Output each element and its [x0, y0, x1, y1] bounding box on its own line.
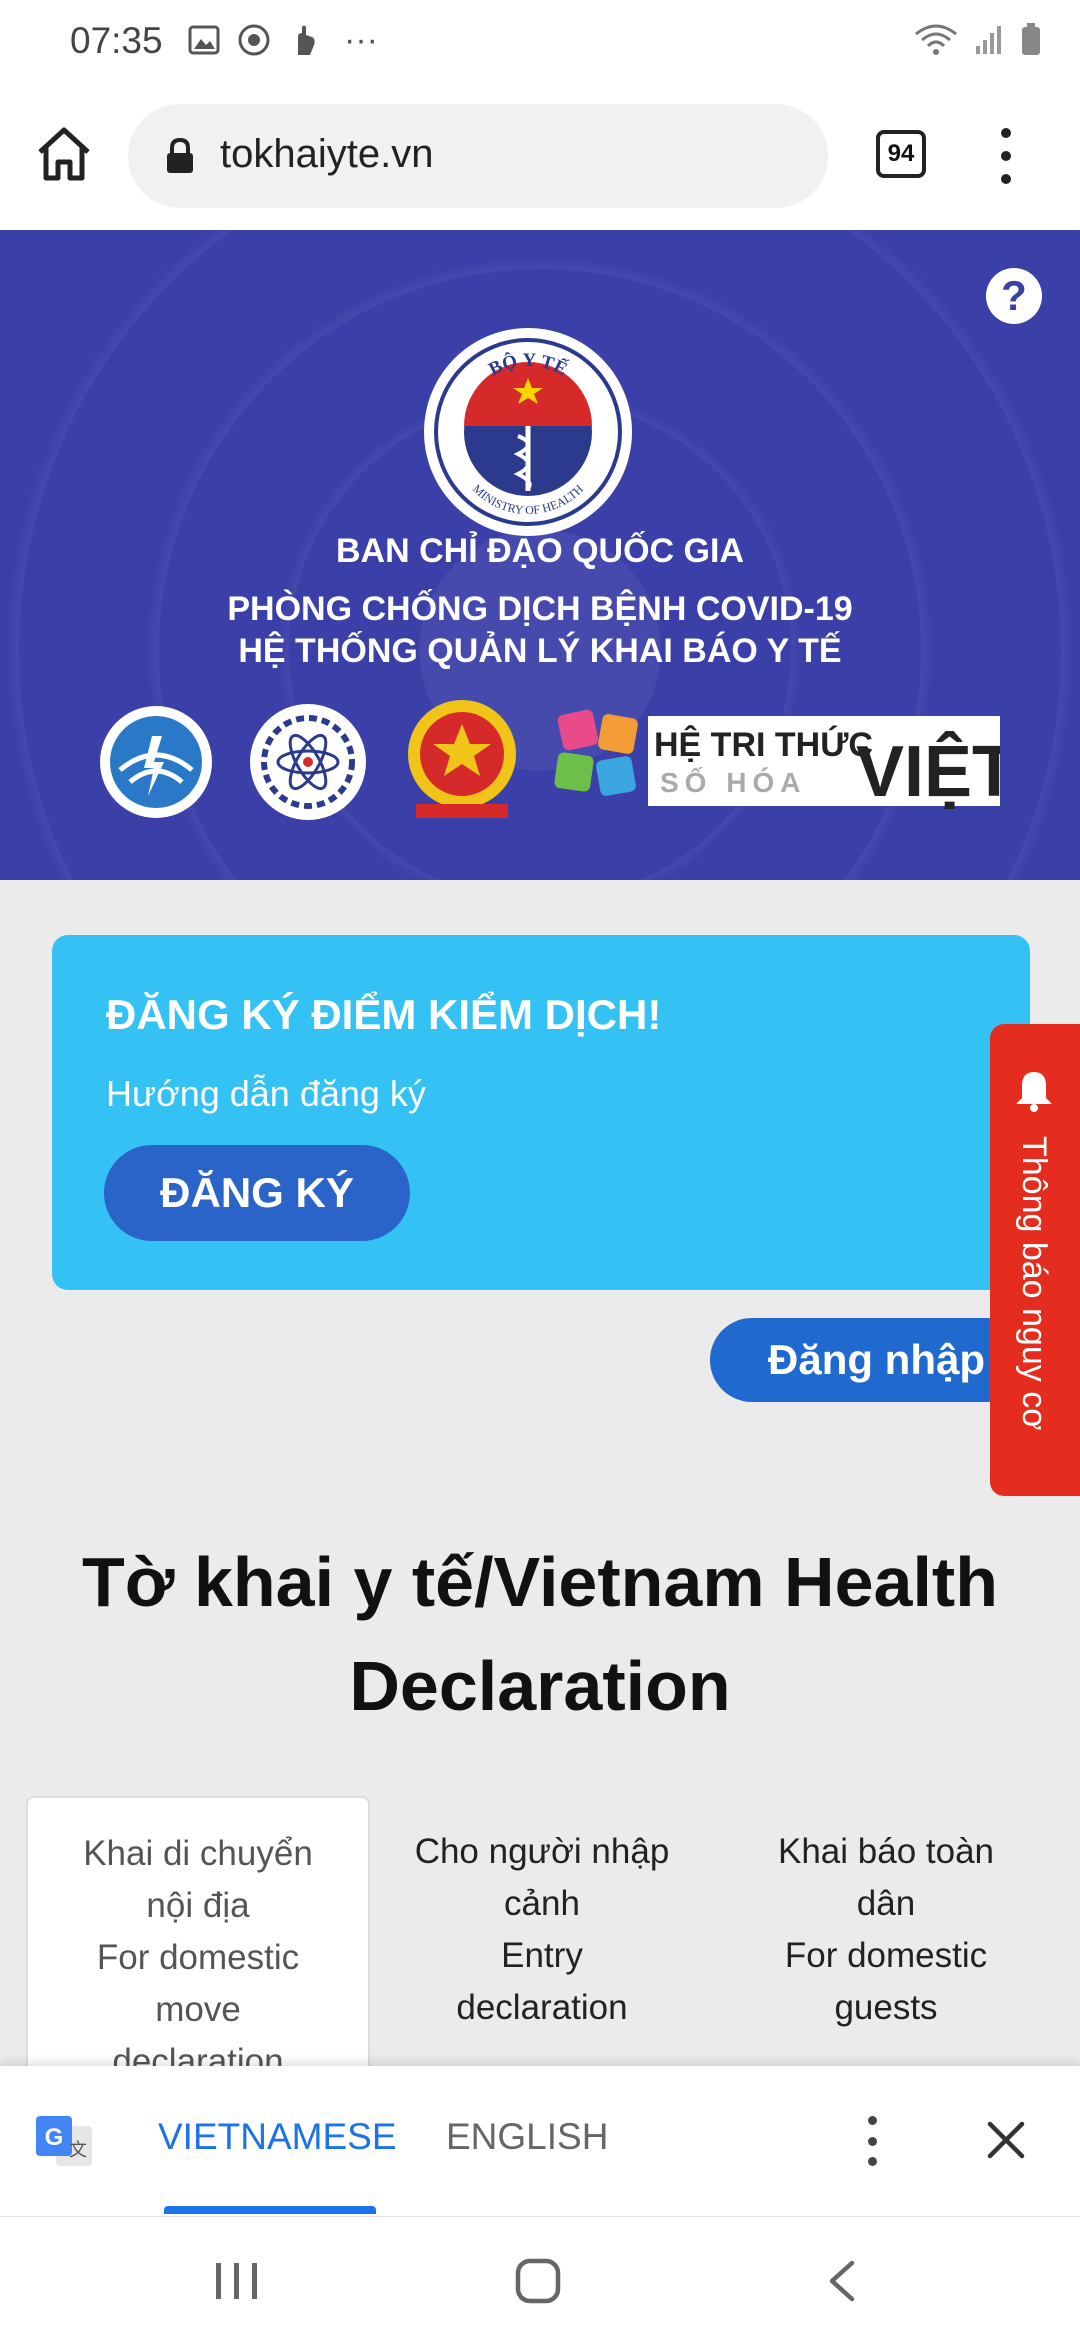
signal-icon	[974, 24, 1004, 61]
hand-icon	[286, 22, 322, 58]
translate-menu-button[interactable]	[862, 2116, 882, 2166]
lock-icon	[167, 138, 193, 173]
menu-dot-icon	[867, 2136, 877, 2146]
risk-notification-label: Thông báo nguy cơ	[1015, 1136, 1053, 1431]
menu-dot-icon	[1001, 128, 1011, 138]
tab-line: declaration	[456, 1988, 628, 2027]
tab-line: dân	[856, 1884, 916, 1923]
partner-logos: HỆ TRI THỨC SỐ HÓA VIỆT	[100, 700, 1000, 820]
tab-domestic-move[interactable]: Khai di chuyển nội địa For domestic move…	[26, 1796, 370, 2081]
tab-line: cảnh	[504, 1884, 580, 1923]
tab-line: For domestic	[96, 1938, 300, 1977]
address-bar[interactable]: tokhaiyte.vn	[128, 104, 828, 208]
register-button[interactable]: ĐĂNG KÝ	[104, 1145, 410, 1241]
language-english-tab[interactable]: ENGLISH	[446, 2116, 608, 2158]
language-vietnamese-tab[interactable]: VIETNAMESE	[158, 2116, 397, 2158]
image-icon	[186, 22, 222, 58]
partner-brand-line2: SỐ HÓA	[660, 766, 806, 798]
tab-entry[interactable]: Cho người nhập cảnh Entry declaration	[370, 1796, 714, 2066]
system-navigation-bar	[0, 2216, 1080, 2341]
tab-line: nội địa	[146, 1886, 250, 1925]
tab-domestic-guests[interactable]: Khai báo toàn dân For domestic guests	[714, 1796, 1058, 2066]
header-banner: ? BỘ Y TẾ MINISTRY OF HEALTH BAN CHỈ ĐẠO…	[0, 230, 1080, 880]
partner-brand-big: VIỆT	[856, 731, 1000, 812]
recent-apps-icon[interactable]	[212, 2261, 262, 2301]
home-button[interactable]	[32, 122, 96, 186]
browser-menu-button[interactable]	[986, 128, 1026, 184]
declaration-tabs: Khai di chuyển nội địa For domestic move…	[26, 1796, 1058, 2081]
banner-line-2: PHÒNG CHỐNG DỊCH BỆNH COVID-19	[227, 590, 853, 628]
register-card: ĐĂNG KÝ ĐIỂM KIỂM DỊCH! Hướng dẫn đăng k…	[52, 935, 1030, 1290]
tab-line: For domestic	[784, 1936, 988, 1975]
tab-line: Entry	[501, 1936, 583, 1975]
ministry-information-logo	[100, 706, 212, 818]
ministry-of-health-logo: BỘ Y TẾ MINISTRY OF HEALTH	[424, 328, 632, 536]
close-icon[interactable]	[984, 2118, 1028, 2162]
risk-notification-tab[interactable]: Thông báo nguy cơ	[990, 1024, 1080, 1496]
translate-bar: G 文 VIETNAMESE ENGLISH	[0, 2066, 1080, 2216]
national-emblem-logo	[408, 700, 516, 818]
menu-dot-icon	[867, 2157, 877, 2166]
home-icon	[38, 127, 90, 181]
menu-dot-icon	[1001, 174, 1011, 184]
url-text: tokhaiyte.vn	[220, 132, 434, 176]
partner-brand-line1: HỆ TRI THỨC	[654, 726, 873, 764]
he-tri-thuc-logo: HỆ TRI THỨC SỐ HÓA VIỆT	[554, 709, 1000, 812]
battery-icon	[1020, 23, 1042, 62]
register-title: ĐĂNG KÝ ĐIỂM KIỂM DỊCH!	[106, 991, 662, 1038]
tab-line: Khai di chuyển	[83, 1834, 313, 1873]
status-right-icons	[914, 22, 1042, 63]
status-time: 07:35	[70, 20, 163, 61]
home-nav-icon[interactable]	[514, 2257, 562, 2305]
circle-icon	[236, 22, 272, 58]
browser-toolbar: tokhaiyte.vn 94	[0, 92, 1080, 230]
google-translate-icon: G 文	[36, 2116, 92, 2166]
more-icon: ···	[344, 20, 378, 59]
register-guide-link[interactable]: Hướng dẫn đăng ký	[106, 1073, 426, 1115]
tab-line: Khai báo toàn	[777, 1832, 994, 1871]
page-title: Tờ khai y tế/Vietnam Health Declaration	[82, 1543, 998, 1725]
banner-line-3: HỆ THỐNG QUẢN LÝ KHAI BÁO Y TẾ	[238, 632, 842, 670]
selected-language-indicator	[164, 2206, 376, 2214]
tab-line: move	[155, 1990, 241, 2029]
menu-dot-icon	[1001, 151, 1011, 161]
status-bar: 07:35 ···	[0, 0, 1080, 92]
status-left-icons: ···	[186, 20, 386, 59]
back-icon[interactable]	[822, 2259, 862, 2303]
banner-line-1: BAN CHỈ ĐẠO QUỐC GIA	[336, 532, 744, 570]
ministry-science-logo	[250, 704, 366, 820]
svg-text:文: 文	[69, 2140, 87, 2161]
tab-line: guests	[834, 1988, 938, 2027]
svg-text:G: G	[45, 2124, 64, 2151]
tab-switcher-button[interactable]: 94	[876, 130, 926, 178]
bell-icon	[1016, 1072, 1052, 1112]
wifi-icon	[914, 22, 958, 63]
help-button[interactable]: ?	[986, 268, 1042, 324]
tab-line: Cho người nhập	[414, 1832, 670, 1871]
menu-dot-icon	[867, 2116, 877, 2125]
